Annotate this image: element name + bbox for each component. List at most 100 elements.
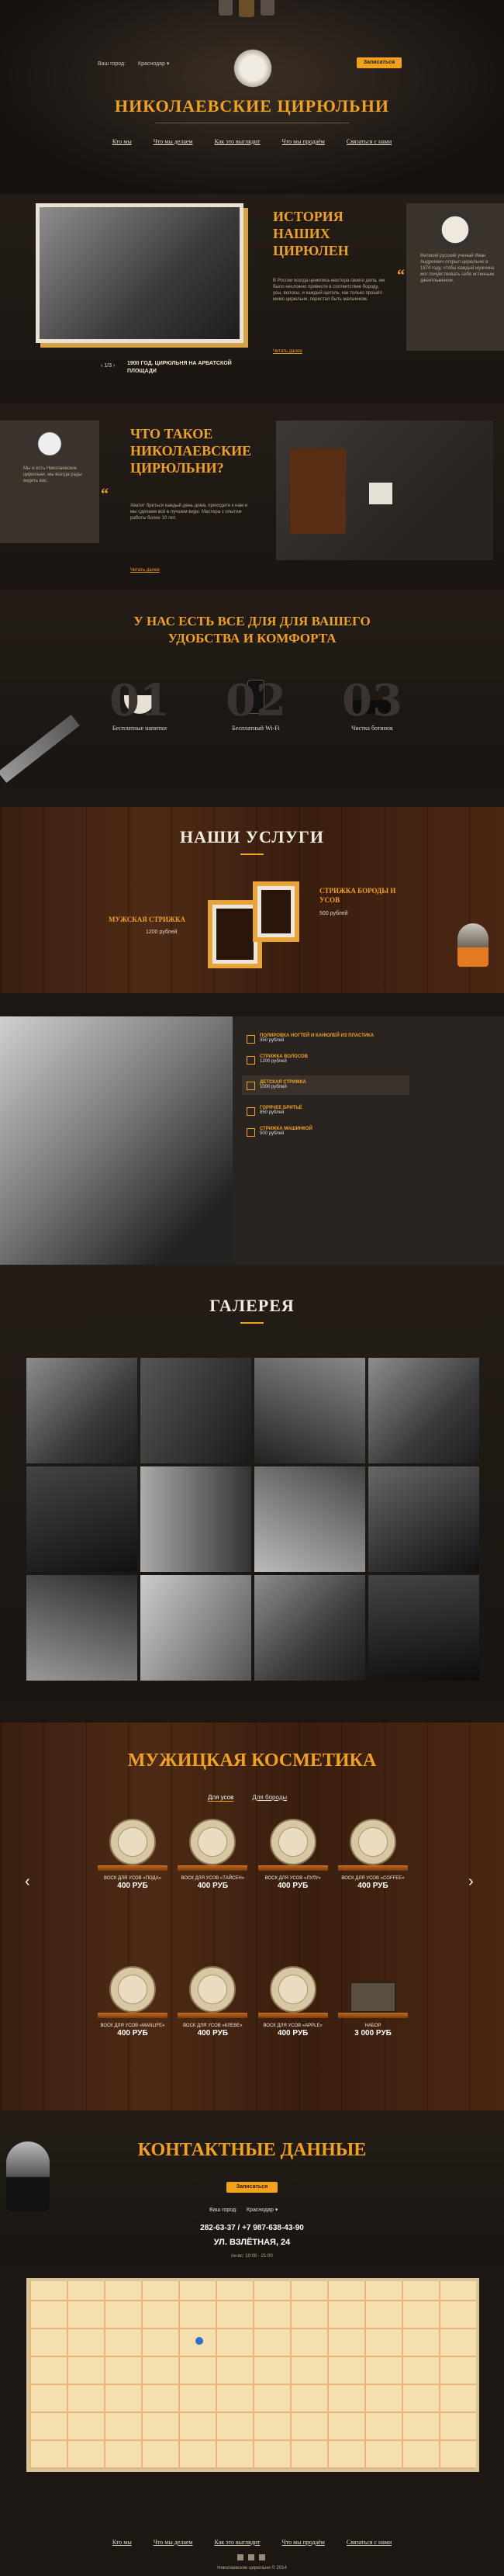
product-card[interactable]: ВОСК ДЛЯ УСОВ «ТАЙСЕН» 400 РУБ xyxy=(178,1819,248,1890)
contacts-city[interactable]: Ваш город: Краснодар ▾ xyxy=(209,2207,278,2213)
instagram-icon[interactable] xyxy=(259,2554,265,2560)
service-item[interactable]: СТРИЖКА ВОЛОСОВ 1200 рублей xyxy=(247,1054,409,1065)
cosmetics-section: МУЖИЦКАЯ КОСМЕТИКА Для усов Для бороды ‹… xyxy=(0,1723,504,2110)
copyright: Николаевские цирюльни © 2014 xyxy=(217,2566,287,2571)
gallery-photo[interactable] xyxy=(26,1358,137,1463)
map[interactable] xyxy=(26,2278,479,2472)
service-haircut-title: МУЖСКАЯ СТРИЖКА xyxy=(109,916,185,923)
gallery-photo[interactable] xyxy=(254,1575,365,1681)
history-heading: ИСТОРИЯ НАШИХ ЦИРЮЛЕН xyxy=(273,209,349,258)
comfort-num: 02 xyxy=(226,675,286,726)
what-quote: Мы и есть Николаевские цирюльни, мы всег… xyxy=(23,466,82,483)
footer-nav-contact[interactable]: Связаться с нами xyxy=(347,2539,392,2546)
contacts-section: КОНТАКТНЫЕ ДАННЫЕ Записаться Ваш город: … xyxy=(0,2110,504,2266)
prev-arrow-icon[interactable]: ‹ xyxy=(25,1873,30,1891)
map-marker-icon[interactable] xyxy=(195,2337,203,2345)
service-item[interactable]: СТРИЖКА МАШИНКОЙ 500 рублей xyxy=(247,1127,409,1137)
contacts-city-label: Ваш город: xyxy=(209,2207,238,2213)
product-name: ВОСК ДЛЯ УСОВ «APPLE» xyxy=(263,2024,323,2028)
service-icon xyxy=(247,1056,255,1065)
nav-who[interactable]: Кто мы xyxy=(112,138,132,145)
tab-moustache[interactable]: Для усов xyxy=(208,1794,234,1802)
nav-look[interactable]: Как это выглядит xyxy=(215,138,261,145)
vk-icon[interactable] xyxy=(237,2554,243,2560)
gallery-photo[interactable] xyxy=(140,1358,251,1463)
product-price: 400 РУБ xyxy=(277,1882,309,1890)
history-read-more[interactable]: Читать далее xyxy=(273,349,302,354)
product-name: ВОСК ДЛЯ УСОВ «ТАЙСЕН» xyxy=(181,1876,245,1881)
main-nav: Кто мы Что мы делаем Как это выглядит Чт… xyxy=(0,138,504,145)
social-icons xyxy=(219,0,274,17)
cosmetics-heading: МУЖИЦКАЯ КОСМЕТИКА xyxy=(127,1750,377,1771)
wax-jar-icon xyxy=(269,1966,316,2013)
product-card[interactable]: ВОСК ДЛЯ УСОВ «APPLE» 400 РУБ xyxy=(257,1966,328,2038)
history-text: В России всегда ценились мастера своего … xyxy=(273,279,385,302)
service-item[interactable]: ГОРЯЧЕЕ БРИТЬЁ 850 рублей xyxy=(247,1106,409,1116)
fb-icon[interactable] xyxy=(248,2554,254,2560)
gallery-photo[interactable] xyxy=(254,1466,365,1572)
pager[interactable]: ‹ 1/3 › xyxy=(101,363,115,369)
tab-beard[interactable]: Для бороды xyxy=(252,1794,287,1802)
service-price: 1000 рублей xyxy=(260,1085,287,1089)
comfort-items: 01 Бесплатные напитки 02 Бесплатный Wi-F… xyxy=(93,675,419,732)
gift-set-icon xyxy=(349,1982,396,2013)
vintage-man-photo xyxy=(0,1016,233,1265)
product-name: НАБОР xyxy=(364,2024,381,2028)
footer: Кто мы Что мы делаем Как это выглядит Чт… xyxy=(0,2475,504,2576)
product-card[interactable]: ВОСК ДЛЯ УСОВ «ПОДА» 400 РУБ xyxy=(98,1819,167,1890)
gallery-photo[interactable] xyxy=(368,1466,479,1572)
gallery-grid xyxy=(26,1358,479,1681)
product-card[interactable]: ВОСК ДЛЯ УСОВ «КЛЕВЕ» 400 РУБ xyxy=(178,1966,248,2038)
gallery-photo[interactable] xyxy=(140,1466,251,1572)
gallery-photo[interactable] xyxy=(26,1575,137,1681)
product-card[interactable]: ВОСК ДЛЯ УСОВ «COFFEE» 400 РУБ xyxy=(337,1819,408,1890)
product-price: 400 РУБ xyxy=(117,2029,148,2038)
gallery-photo[interactable] xyxy=(26,1466,137,1572)
product-name: ВОСК ДЛЯ УСОВ «ПОДА» xyxy=(104,1876,161,1881)
history-quote-card: “ Великий русский ученый Иван Андреевич … xyxy=(397,203,504,351)
service-item-active[interactable]: ДЕТСКАЯ СТРИЖКА 1000 рублей xyxy=(242,1075,409,1095)
pager-text: 1/3 xyxy=(104,363,112,369)
service-item[interactable]: ПОЛИРОВКА НОГТЕЙ И КАНЮЛЕЙ ИЗ ПЛАСТИКА 35… xyxy=(247,1034,409,1044)
site-title: НИКОЛАЕВСКИЕ ЦИРЮЛЬНИ xyxy=(115,96,389,116)
wax-jar-icon xyxy=(189,1966,236,2013)
fb-icon[interactable] xyxy=(261,0,274,16)
product-card[interactable]: ВОСК ДЛЯ УСОВ «MANLIFE» 400 РУБ xyxy=(98,1966,167,2038)
product-price: 400 РУБ xyxy=(197,1882,229,1890)
gallery-photo[interactable] xyxy=(368,1575,479,1681)
vk-icon[interactable] xyxy=(219,0,233,16)
product-price: 400 РУБ xyxy=(357,1882,388,1890)
nav-sell[interactable]: Что мы продаём xyxy=(282,138,325,145)
footer-nav-who[interactable]: Кто мы xyxy=(112,2539,132,2546)
comfort-heading: У НАС ЕСТЬ ВСЕ ДЛЯ ДЛЯ ВАШЕГО УДОБСТВА И… xyxy=(133,614,371,646)
contacts-city-value: Краснодар xyxy=(247,2207,274,2213)
gallery-photo[interactable] xyxy=(254,1358,365,1463)
footer-nav-what[interactable]: Что мы делаем xyxy=(154,2539,193,2546)
contacts-hours: пн-вс: 10:00 - 21:00 xyxy=(231,2254,273,2259)
service-icon xyxy=(247,1107,255,1116)
gallery-section: ГАЛЕРЕЯ xyxy=(0,1265,504,1699)
wax-jar-icon xyxy=(349,1819,396,1865)
product-card[interactable]: ВОСК ДЛЯ УСОВ «ЛУЛУ» 400 РУБ xyxy=(257,1819,328,1890)
nav-contact[interactable]: Связаться с нами xyxy=(347,138,392,145)
gallery-photo[interactable] xyxy=(140,1575,251,1681)
city-selector[interactable]: Ваш город: Краснодар ▾ xyxy=(98,61,169,67)
gallery-photo[interactable] xyxy=(368,1358,479,1463)
history-photo xyxy=(36,203,243,343)
logo-badge-icon xyxy=(239,0,254,17)
nav-what[interactable]: Что мы делаем xyxy=(154,138,193,145)
footer-social xyxy=(237,2554,265,2560)
contacts-book-button[interactable]: Записаться xyxy=(226,2182,278,2193)
product-card[interactable]: НАБОР 3 000 РУБ xyxy=(337,1966,408,2038)
next-arrow-icon[interactable]: › xyxy=(468,1873,474,1891)
history-section: ‹ 1/3 › 1900 ГОД. ЦИРЮЛЬНЯ НА АРБАТСКОЙ … xyxy=(0,194,504,403)
book-button[interactable]: Записаться xyxy=(357,57,402,68)
product-price: 400 РУБ xyxy=(277,2029,309,2038)
service-icon xyxy=(247,1128,255,1137)
footer-nav-sell[interactable]: Что мы продаём xyxy=(282,2539,325,2546)
services-section: НАШИ УСЛУГИ МУЖСКАЯ СТРИЖКА 1200 рублей … xyxy=(0,807,504,993)
footer-nav-look[interactable]: Как это выглядит xyxy=(215,2539,261,2546)
wax-jar-icon xyxy=(109,1966,156,2013)
what-read-more[interactable]: Читать далее xyxy=(130,568,160,573)
services-heading: НАШИ УСЛУГИ xyxy=(180,827,324,847)
